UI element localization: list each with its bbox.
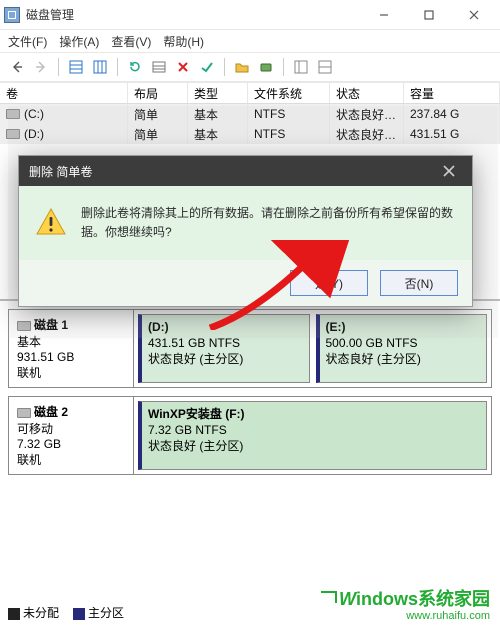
toolbar-grid1-icon[interactable]: [65, 56, 87, 78]
col-type[interactable]: 类型: [188, 83, 248, 103]
menu-help[interactable]: 帮助(H): [163, 33, 204, 50]
fwd-button[interactable]: [30, 56, 52, 78]
delete-icon[interactable]: [172, 56, 194, 78]
warning-icon: [35, 206, 67, 238]
refresh-icon[interactable]: [124, 56, 146, 78]
minimize-button[interactable]: [361, 0, 406, 30]
watermark: Windows系统家园 www.ruhaifu.com: [321, 590, 490, 622]
col-fs[interactable]: 文件系统: [248, 83, 330, 103]
disk-info[interactable]: 磁盘 2 可移动 7.32 GB 联机: [9, 397, 134, 474]
delete-volume-dialog: 删除 简单卷 删除此卷将清除其上的所有数据。请在删除之前备份所有希望保留的数据。…: [18, 155, 473, 307]
menu-file[interactable]: 文件(F): [8, 33, 47, 50]
folder-icon[interactable]: [231, 56, 253, 78]
col-layout[interactable]: 布局: [128, 83, 188, 103]
menu-view[interactable]: 查看(V): [111, 33, 151, 50]
col-capacity[interactable]: 容量: [404, 83, 500, 103]
toolbar-detail2-icon[interactable]: [314, 56, 336, 78]
col-volume[interactable]: 卷: [0, 83, 128, 103]
app-icon: [4, 7, 20, 23]
check-icon[interactable]: [196, 56, 218, 78]
dialog-title: 删除 简单卷: [29, 163, 92, 180]
toolbar-detail1-icon[interactable]: [290, 56, 312, 78]
maximize-button[interactable]: [406, 0, 451, 30]
no-button[interactable]: 否(N): [380, 270, 458, 296]
close-button[interactable]: [451, 0, 496, 30]
col-status[interactable]: 状态: [330, 83, 404, 103]
back-button[interactable]: [6, 56, 28, 78]
yes-button[interactable]: 是(Y): [290, 270, 368, 296]
window-title: 磁盘管理: [26, 6, 74, 23]
partition-f[interactable]: WinXP安装盘 (F:) 7.32 GB NTFS 状态良好 (主分区): [138, 401, 487, 470]
menu-action[interactable]: 操作(A): [59, 33, 99, 50]
legend-primary: 主分区: [73, 604, 124, 621]
toolbar-grid2-icon[interactable]: [89, 56, 111, 78]
drive-icon[interactable]: [255, 56, 277, 78]
dialog-message: 删除此卷将清除其上的所有数据。请在删除之前备份所有希望保留的数据。你想继续吗?: [81, 204, 456, 242]
disk-icon: [17, 408, 31, 418]
legend-unallocated: 未分配: [8, 604, 59, 621]
dialog-close-button[interactable]: [430, 156, 468, 186]
toolbar-list-icon[interactable]: [148, 56, 170, 78]
